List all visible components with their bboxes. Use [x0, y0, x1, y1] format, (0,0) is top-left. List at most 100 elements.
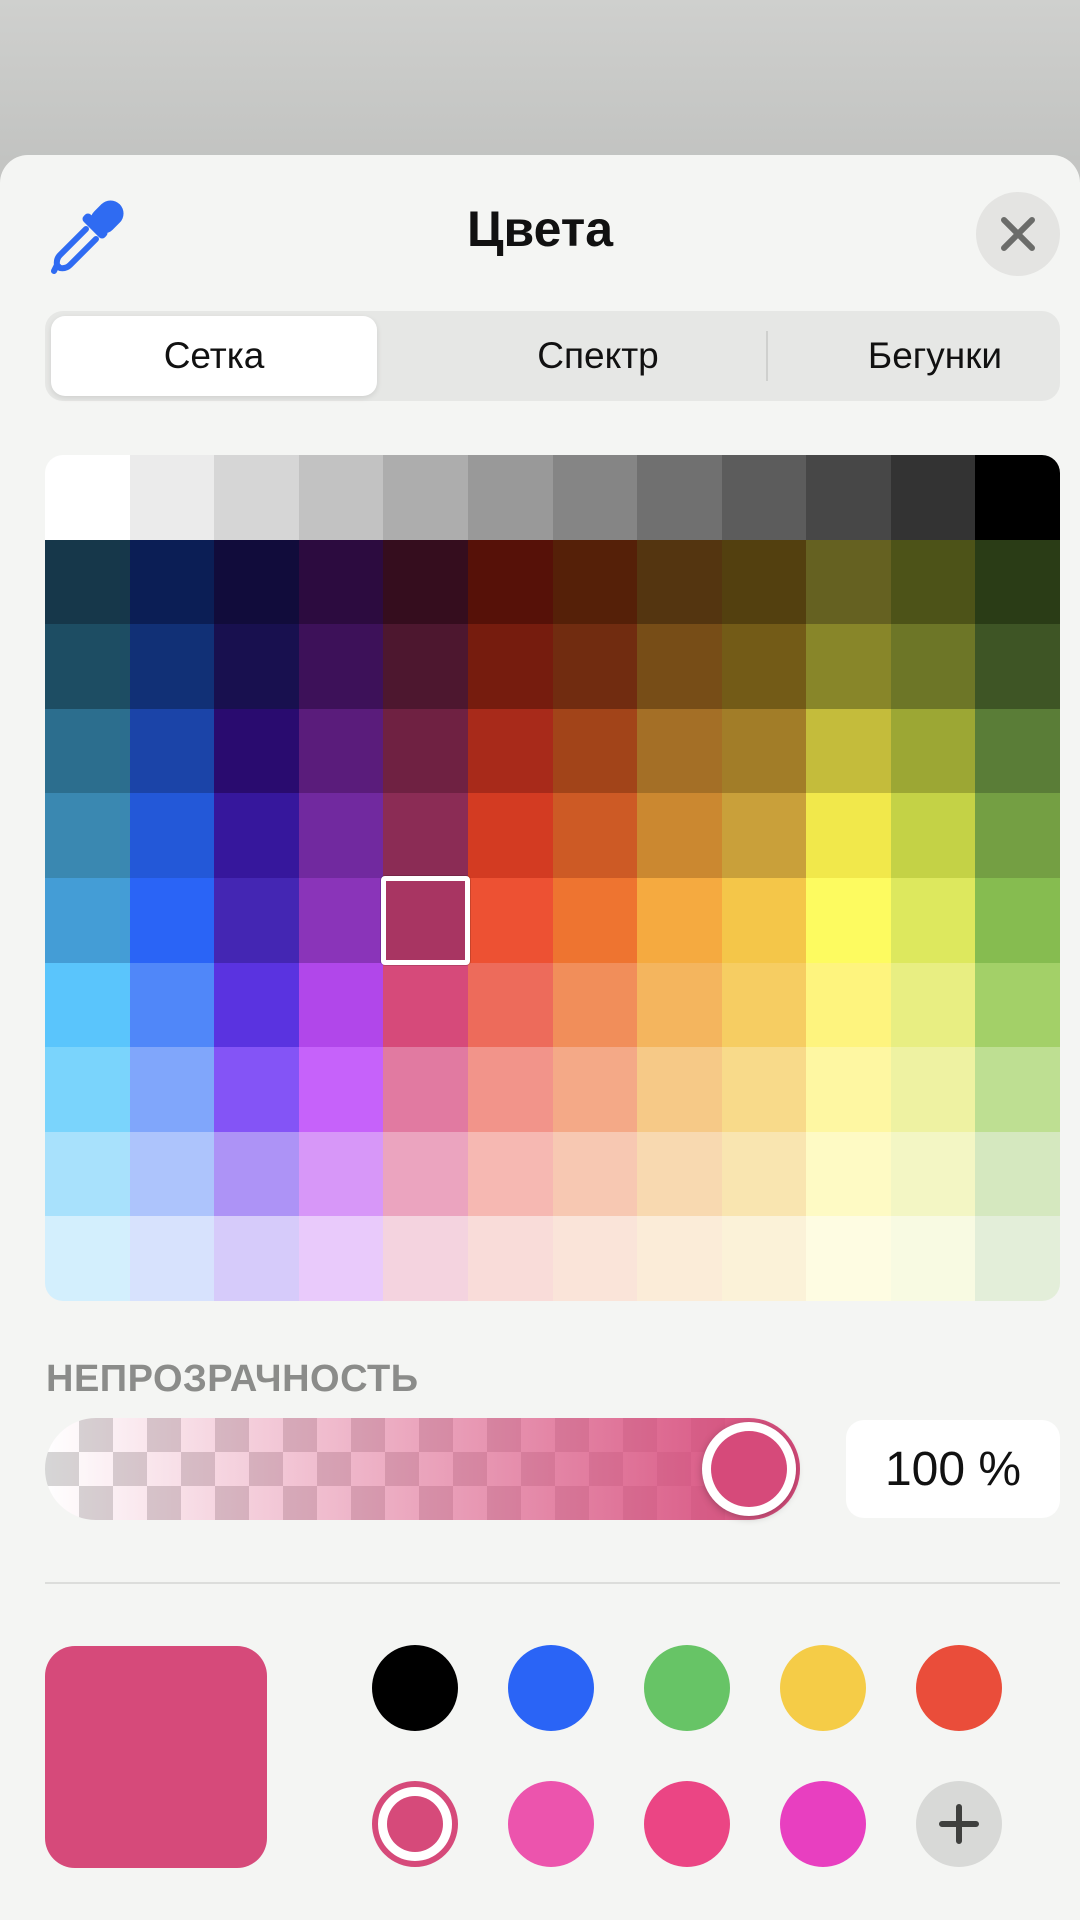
color-cell[interactable]: [383, 624, 469, 710]
color-cell[interactable]: [467, 962, 554, 1048]
add-favorite-button[interactable]: [916, 1781, 1002, 1867]
color-cell[interactable]: [214, 793, 300, 879]
color-cell[interactable]: [467, 624, 554, 710]
color-cell[interactable]: [383, 708, 469, 794]
color-cell[interactable]: [214, 1131, 300, 1217]
color-cell[interactable]: [975, 1216, 1060, 1301]
color-cell[interactable]: [721, 624, 807, 710]
color-cell[interactable]: [129, 539, 215, 625]
color-cell[interactable]: [975, 793, 1060, 879]
color-cell[interactable]: [45, 1047, 131, 1133]
color-cell[interactable]: [975, 878, 1060, 964]
color-cell[interactable]: [721, 539, 807, 625]
color-cell[interactable]: [298, 1047, 384, 1133]
color-cell[interactable]: [45, 624, 131, 710]
tab-spectrum[interactable]: Спектр: [429, 311, 767, 401]
color-cell[interactable]: [721, 708, 807, 794]
color-cell[interactable]: [806, 624, 892, 710]
color-cell[interactable]: [890, 455, 976, 541]
color-cell[interactable]: [890, 878, 976, 964]
color-cell[interactable]: [806, 1216, 892, 1301]
color-cell[interactable]: [383, 539, 469, 625]
color-cell[interactable]: [721, 1047, 807, 1133]
color-cell[interactable]: [975, 962, 1060, 1048]
favorite-color[interactable]: [644, 1781, 730, 1867]
color-cell[interactable]: [890, 708, 976, 794]
color-cell[interactable]: [890, 539, 976, 625]
color-cell[interactable]: [298, 878, 384, 964]
color-cell[interactable]: [214, 878, 300, 964]
color-cell[interactable]: [467, 1216, 554, 1301]
color-cell[interactable]: [214, 1216, 300, 1301]
color-cell[interactable]: [467, 793, 554, 879]
color-cell[interactable]: [552, 708, 638, 794]
color-cell[interactable]: [552, 455, 638, 541]
color-cell[interactable]: [298, 793, 384, 879]
color-cell[interactable]: [637, 455, 723, 541]
color-cell[interactable]: [975, 1131, 1060, 1217]
color-cell[interactable]: [721, 1131, 807, 1217]
favorite-color-selected[interactable]: [372, 1781, 458, 1867]
color-cell[interactable]: [383, 962, 469, 1048]
color-cell[interactable]: [383, 1047, 469, 1133]
opacity-slider-thumb[interactable]: [702, 1422, 796, 1516]
color-cell[interactable]: [975, 539, 1060, 625]
color-cell[interactable]: [129, 1047, 215, 1133]
eyedropper-button[interactable]: [46, 193, 132, 279]
color-cell[interactable]: [45, 878, 131, 964]
color-cell[interactable]: [298, 624, 384, 710]
color-cell[interactable]: [129, 624, 215, 710]
favorite-color[interactable]: [780, 1645, 866, 1731]
favorite-color[interactable]: [508, 1781, 594, 1867]
color-cell[interactable]: [45, 455, 131, 541]
color-cell[interactable]: [637, 962, 723, 1048]
color-cell[interactable]: [637, 1047, 723, 1133]
color-cell[interactable]: [45, 793, 131, 879]
tab-sliders[interactable]: Бегунки: [766, 311, 1080, 401]
color-cell[interactable]: [214, 708, 300, 794]
color-cell[interactable]: [721, 793, 807, 879]
color-cell[interactable]: [129, 708, 215, 794]
color-cell[interactable]: [129, 455, 215, 541]
color-cell[interactable]: [721, 962, 807, 1048]
color-cell[interactable]: [890, 962, 976, 1048]
color-cell[interactable]: [806, 455, 892, 541]
color-cell[interactable]: [129, 1216, 215, 1301]
color-cell[interactable]: [383, 793, 469, 879]
color-cell[interactable]: [806, 1131, 892, 1217]
color-cell[interactable]: [467, 1047, 554, 1133]
color-cell[interactable]: [806, 962, 892, 1048]
color-cell[interactable]: [383, 878, 469, 964]
opacity-slider[interactable]: [45, 1418, 800, 1520]
color-cell[interactable]: [467, 708, 554, 794]
color-cell[interactable]: [637, 878, 723, 964]
color-cell[interactable]: [214, 624, 300, 710]
color-cell[interactable]: [552, 1131, 638, 1217]
color-cell[interactable]: [806, 1047, 892, 1133]
color-cell[interactable]: [806, 708, 892, 794]
color-cell[interactable]: [552, 624, 638, 710]
color-cell[interactable]: [383, 1216, 469, 1301]
color-cell[interactable]: [298, 539, 384, 625]
color-cell[interactable]: [467, 1131, 554, 1217]
color-cell[interactable]: [637, 708, 723, 794]
color-cell[interactable]: [298, 708, 384, 794]
color-cell[interactable]: [890, 1047, 976, 1133]
color-cell[interactable]: [298, 455, 384, 541]
color-cell[interactable]: [890, 793, 976, 879]
tab-grid[interactable]: Сетка: [51, 316, 377, 396]
color-cell[interactable]: [890, 1216, 976, 1301]
color-cell[interactable]: [721, 878, 807, 964]
color-cell[interactable]: [552, 1047, 638, 1133]
color-cell[interactable]: [467, 455, 554, 541]
color-cell[interactable]: [45, 1216, 131, 1301]
color-cell[interactable]: [552, 539, 638, 625]
favorite-color[interactable]: [508, 1645, 594, 1731]
opacity-value-field[interactable]: 100 %: [846, 1420, 1060, 1518]
color-cell[interactable]: [552, 962, 638, 1048]
color-cell[interactable]: [552, 793, 638, 879]
color-cell[interactable]: [214, 1047, 300, 1133]
color-cell[interactable]: [975, 455, 1060, 541]
color-cell[interactable]: [298, 1216, 384, 1301]
color-cell[interactable]: [806, 539, 892, 625]
